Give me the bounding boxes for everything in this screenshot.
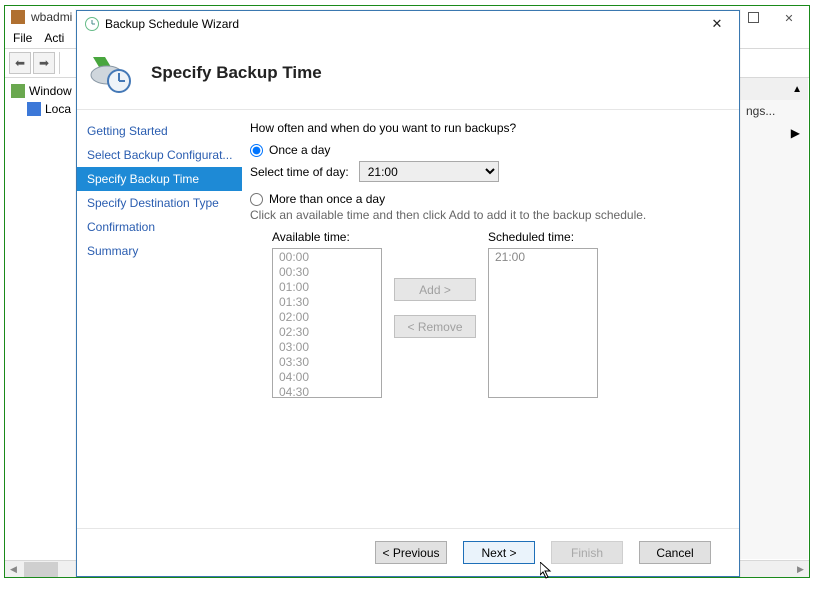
available-time-list[interactable]: 00:0000:3001:0001:3002:0002:3003:0003:30… [272, 248, 382, 398]
page-title: Specify Backup Time [151, 63, 322, 83]
local-icon [27, 102, 41, 116]
finish-button: Finish [551, 541, 623, 564]
list-item[interactable]: 02:00 [273, 309, 381, 324]
previous-button[interactable]: < Previous [375, 541, 447, 564]
time-of-day-label: Select time of day: [250, 165, 349, 179]
actions-pane: ▲ ngs... ▶ [738, 78, 808, 559]
wizard-footer: < Previous Next > Finish Cancel [77, 528, 739, 576]
add-button[interactable]: Add > [394, 278, 476, 301]
wizard-icon [85, 17, 99, 31]
actions-item[interactable]: ngs... [738, 100, 808, 122]
question-text: How often and when do you want to run ba… [250, 121, 721, 135]
wizard-close-button[interactable] [703, 14, 731, 34]
backup-clock-icon [89, 51, 133, 95]
multi-hint: Click an available time and then click A… [250, 208, 721, 222]
nav-specify-time[interactable]: Specify Backup Time [77, 167, 242, 191]
server-icon [11, 84, 25, 98]
nav-back-button[interactable]: ⬅ [9, 52, 31, 74]
list-item[interactable]: 03:30 [273, 354, 381, 369]
actions-pane-header[interactable]: ▲ [738, 78, 808, 100]
wizard-dialog: Backup Schedule Wizard Specify Backup Ti… [76, 10, 740, 577]
close-main-button[interactable] [770, 7, 808, 28]
scroll-left-icon[interactable]: ◀ [5, 562, 22, 577]
list-item[interactable]: 04:30 [273, 384, 381, 398]
nav-forward-button[interactable]: ➡ [33, 52, 55, 74]
nav-destination-type[interactable]: Specify Destination Type [77, 191, 242, 215]
radio-once-label: Once a day [269, 143, 330, 157]
nav-summary[interactable]: Summary [77, 239, 242, 263]
collapse-icon: ▲ [792, 84, 802, 95]
radio-once-a-day[interactable] [250, 144, 263, 157]
time-of-day-select[interactable]: 21:00 [359, 161, 499, 182]
wizard-header: Specify Backup Time [77, 37, 739, 109]
list-item[interactable]: 00:30 [273, 264, 381, 279]
scheduled-label: Scheduled time: [488, 230, 598, 244]
radio-more-label: More than once a day [269, 192, 385, 206]
tree-child-label: Loca [45, 102, 71, 116]
cancel-button[interactable]: Cancel [639, 541, 711, 564]
radio-more-than-once-row[interactable]: More than once a day [250, 192, 721, 206]
menu-file[interactable]: File [13, 31, 32, 45]
list-item[interactable]: 21:00 [489, 249, 597, 264]
wizard-content: How often and when do you want to run ba… [242, 111, 739, 528]
remove-button[interactable]: < Remove [394, 315, 476, 338]
list-item[interactable]: 00:00 [273, 249, 381, 264]
list-item[interactable]: 04:00 [273, 369, 381, 384]
list-item[interactable]: 01:00 [273, 279, 381, 294]
next-button[interactable]: Next > [463, 541, 535, 564]
actions-expand-icon[interactable]: ▶ [738, 122, 808, 144]
list-item[interactable]: 01:30 [273, 294, 381, 309]
nav-confirmation[interactable]: Confirmation [77, 215, 242, 239]
wizard-title: Backup Schedule Wizard [105, 17, 239, 31]
tree-root-label: Window [29, 84, 72, 98]
max-button[interactable] [736, 7, 770, 28]
scheduled-time-list[interactable]: 21:00 [488, 248, 598, 398]
app-icon [11, 10, 25, 24]
menu-actions[interactable]: Acti [44, 31, 64, 45]
radio-once-a-day-row[interactable]: Once a day [250, 143, 721, 157]
list-item[interactable]: 03:00 [273, 339, 381, 354]
nav-select-config[interactable]: Select Backup Configurat... [77, 143, 242, 167]
list-item[interactable]: 02:30 [273, 324, 381, 339]
available-label: Available time: [272, 230, 382, 244]
scroll-thumb[interactable] [24, 562, 58, 577]
wizard-nav: Getting Started Select Backup Configurat… [77, 111, 242, 528]
wizard-titlebar: Backup Schedule Wizard [77, 11, 739, 37]
scroll-right-icon[interactable]: ▶ [792, 562, 809, 577]
radio-more-than-once[interactable] [250, 193, 263, 206]
main-title: wbadmi [31, 10, 72, 24]
nav-getting-started[interactable]: Getting Started [77, 119, 242, 143]
